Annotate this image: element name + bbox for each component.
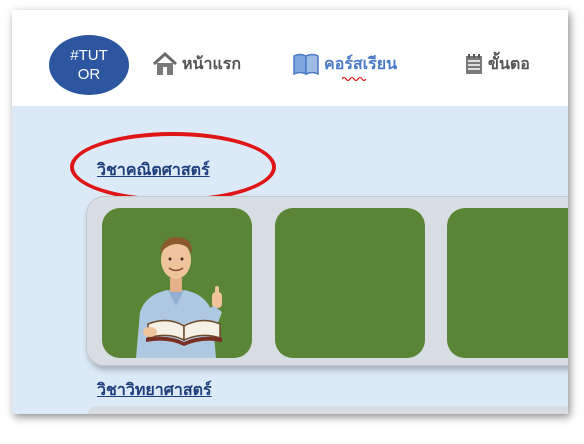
logo-text: #TUTOR (70, 47, 108, 83)
section-title-math[interactable]: วิชาคณิตศาสตร์ (97, 158, 210, 183)
spellcheck-underline-icon (342, 76, 367, 81)
browser-screenshot-frame: #TUTOR หน้าแรก คอร์สเรียน ขั้นตอ วิชาคณิ… (12, 10, 568, 414)
course-card-rail-2 (86, 406, 568, 414)
course-content: วิชาคณิตศาสตร์ วิชาวิทยาศาสตร์ (12, 106, 568, 414)
course-card-1[interactable] (102, 208, 252, 358)
nav-course-label: คอร์สเรียน (324, 53, 398, 73)
teacher-with-book-image (136, 236, 222, 358)
nav-course[interactable]: คอร์สเรียน (292, 50, 398, 81)
nav-steps-label: ขั้นตอ (488, 53, 530, 73)
top-navbar: #TUTOR หน้าแรก คอร์สเรียน ขั้นตอ (12, 10, 568, 106)
nav-home[interactable]: หน้าแรก (152, 50, 241, 78)
nav-home-label: หน้าแรก (182, 53, 242, 73)
tutor-logo[interactable]: #TUTOR (49, 35, 129, 95)
course-card-2[interactable] (275, 208, 425, 358)
home-icon (152, 52, 178, 76)
book-icon (292, 53, 320, 75)
nav-steps[interactable]: ขั้นตอ (464, 50, 530, 78)
course-card-3[interactable] (447, 208, 568, 358)
notepad-icon (464, 53, 484, 75)
section-title-science[interactable]: วิชาวิทยาศาสตร์ (97, 378, 212, 403)
